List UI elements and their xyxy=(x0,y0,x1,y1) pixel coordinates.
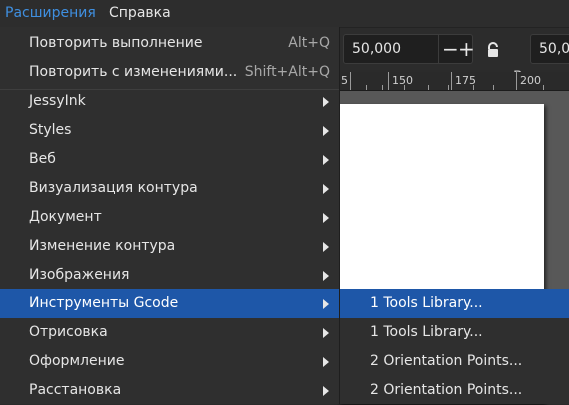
menu-item-render[interactable]: Отрисовка xyxy=(0,318,339,347)
submenu-item-label: 1 Tools Library... xyxy=(370,295,483,311)
menu-item-label: Веб xyxy=(29,151,56,167)
menu-item-label: Инструменты Gcode xyxy=(29,295,179,311)
menu-item-web[interactable]: Веб xyxy=(0,145,339,174)
menu-item-path-visualization[interactable]: Визуализация контура xyxy=(0,174,339,203)
submenu-arrow-icon xyxy=(323,386,329,396)
submenu-arrow-icon xyxy=(323,126,329,136)
ruler-tick xyxy=(473,85,474,90)
shortcut-label: Shift+Alt+Q xyxy=(244,64,330,80)
ruler-tick xyxy=(382,85,383,90)
ruler-tick xyxy=(350,72,351,90)
submenu-item-orientation-points[interactable]: 2 Orientation Points... xyxy=(340,376,569,405)
menubar: Расширения Справка xyxy=(0,0,569,28)
submenu-arrow-icon xyxy=(323,357,329,367)
menu-item-label: Оформление xyxy=(29,353,125,369)
menubar-extensions[interactable]: Расширения xyxy=(0,0,101,27)
menu-item-styles[interactable]: Styles xyxy=(0,116,339,145)
horizontal-ruler: 5 150 175 200 xyxy=(338,72,569,91)
ruler-tick xyxy=(404,85,405,90)
increment-button[interactable]: + xyxy=(458,37,475,61)
menu-item-gcode-tools[interactable]: Инструменты Gcode xyxy=(0,289,339,318)
submenu-arrow-icon xyxy=(323,184,329,194)
menu-item-jessyink[interactable]: JessyInk xyxy=(0,87,339,116)
menu-item-modify-path[interactable]: Изменение контура xyxy=(0,232,339,261)
submenu-item-orientation-points[interactable]: 2 Orientation Points... xyxy=(340,347,569,376)
menu-item-stylize[interactable]: Оформление xyxy=(0,347,339,376)
menu-item-label: Расстановка xyxy=(29,382,122,398)
ruler-tick xyxy=(428,85,429,90)
ruler-label: 200 xyxy=(520,74,541,87)
ruler-label: 5 xyxy=(341,74,348,87)
gcode-tools-submenu: 1 Tools Library... 1 Tools Library... 2 … xyxy=(339,289,569,404)
menu-item-label: Повторить выполнение xyxy=(29,35,203,51)
submenu-item-tools-library[interactable]: 1 Tools Library... xyxy=(340,318,569,347)
lock-icon[interactable] xyxy=(486,42,500,58)
menu-item-label: Визуализация контура xyxy=(29,180,198,196)
width-stepper: − + xyxy=(438,35,475,63)
submenu-item-label: 2 Orientation Points... xyxy=(370,382,523,398)
shortcut-label: Alt+Q xyxy=(288,35,330,51)
height-spinbox[interactable]: 50,000 xyxy=(530,34,569,64)
ruler-tick xyxy=(543,85,544,90)
menu-item-label: Повторить с изменениями... xyxy=(29,64,238,80)
menu-item-images[interactable]: Изображения xyxy=(0,261,339,290)
menubar-help[interactable]: Справка xyxy=(104,0,176,27)
menu-item-label: JessyInk xyxy=(29,93,86,109)
submenu-arrow-icon xyxy=(323,213,329,223)
width-spinbox[interactable]: 50,000 − + xyxy=(343,34,475,64)
ruler-tick xyxy=(516,72,517,90)
menu-item-label: Отрисовка xyxy=(29,324,108,340)
height-value[interactable]: 50,000 xyxy=(539,35,569,63)
submenu-arrow-icon xyxy=(323,328,329,338)
ruler-tick xyxy=(366,85,367,90)
menu-item-repeat-with-changes[interactable]: Повторить с изменениями... Shift+Alt+Q xyxy=(0,58,339,87)
submenu-item-tools-library[interactable]: 1 Tools Library... xyxy=(340,289,569,318)
decrement-button[interactable]: − xyxy=(442,37,459,61)
menu-item-label: Изменение контура xyxy=(29,238,176,254)
width-value[interactable]: 50,000 xyxy=(352,35,401,63)
submenu-arrow-icon xyxy=(323,242,329,252)
ruler-label: 150 xyxy=(392,74,413,87)
submenu-arrow-icon xyxy=(323,97,329,107)
menu-item-label: Изображения xyxy=(29,267,130,283)
menu-item-repeat[interactable]: Повторить выполнение Alt+Q xyxy=(0,29,339,58)
submenu-arrow-icon xyxy=(323,155,329,165)
submenu-arrow-icon xyxy=(323,299,329,309)
menu-item-label: Styles xyxy=(29,122,72,138)
ruler-tick xyxy=(451,72,452,90)
ruler-tick xyxy=(448,85,449,90)
ruler-tick xyxy=(388,72,389,90)
extensions-menu: Повторить выполнение Alt+Q Повторить с и… xyxy=(0,27,340,404)
menu-item-label: Документ xyxy=(29,209,102,225)
ruler-tick xyxy=(493,85,494,90)
submenu-arrow-icon xyxy=(323,271,329,281)
submenu-item-label: 2 Orientation Points... xyxy=(370,353,523,369)
menu-item-document[interactable]: Документ xyxy=(0,203,339,232)
menu-item-arrange[interactable]: Расстановка xyxy=(0,376,339,404)
submenu-item-label: 1 Tools Library... xyxy=(370,324,483,340)
